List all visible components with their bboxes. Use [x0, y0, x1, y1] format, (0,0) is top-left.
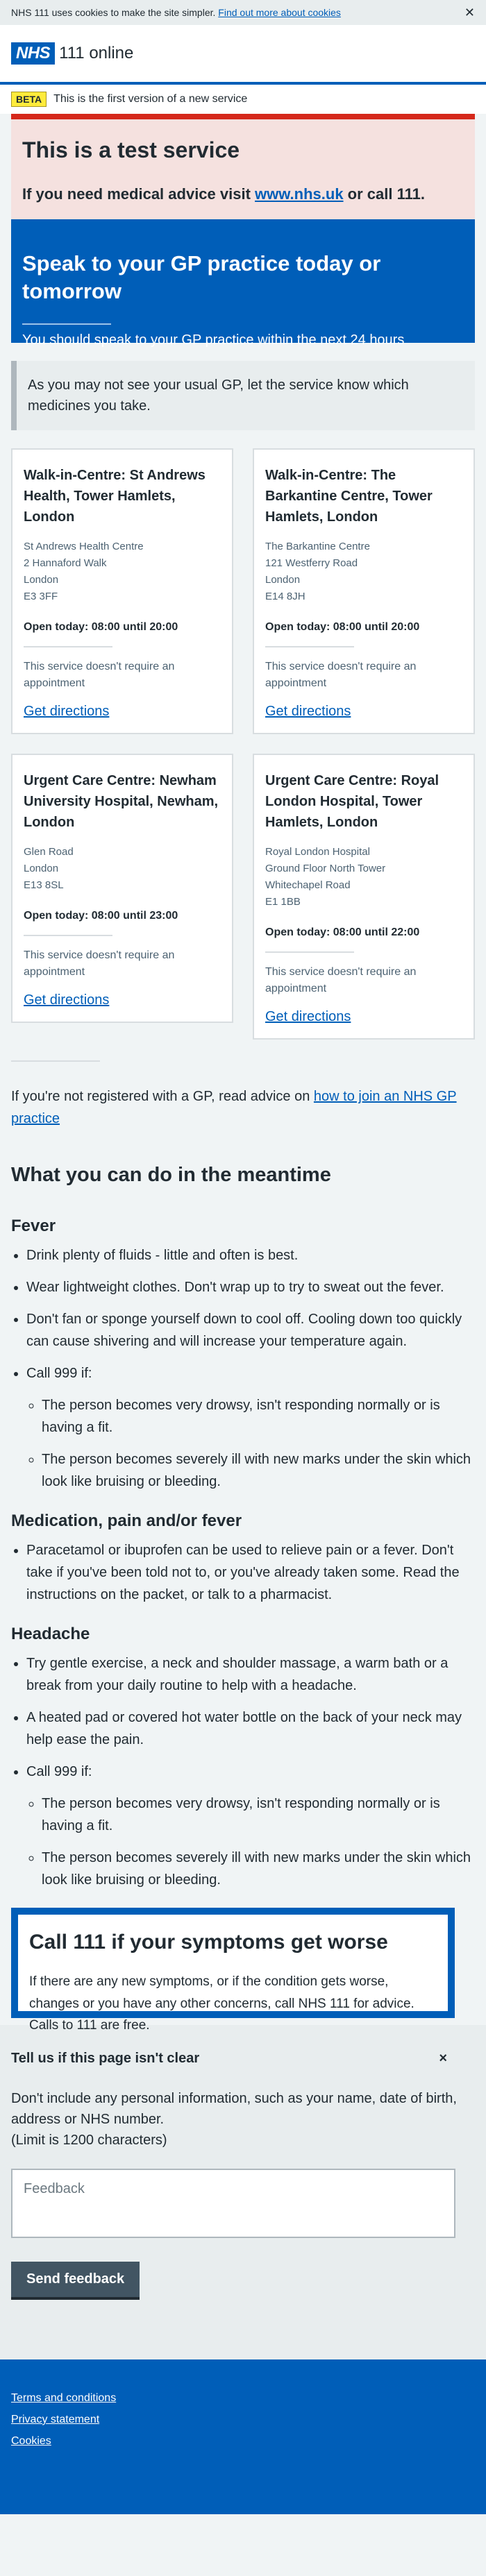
close-icon[interactable]: × [439, 2049, 447, 2069]
service-card: Walk-in-Centre: St Andrews Health, Tower… [11, 448, 233, 735]
appointment-note: This service doesn't require an appointm… [24, 949, 175, 978]
appointment-note: This service doesn't require an appointm… [265, 966, 417, 995]
call-999-list: The person becomes very drowsy, isn't re… [42, 1394, 475, 1493]
headache-advice-list: Try gentle exercise, a neck and shoulder… [26, 1652, 475, 1891]
site-footer: Terms and conditions Privacy statement C… [0, 2359, 486, 2514]
service-title: Walk-in-Centre: St Andrews Health, Tower… [24, 467, 206, 525]
list-item: Call 999 if: The person becomes very dro… [26, 1761, 475, 1891]
test-service-banner: This is a test service If you need medic… [11, 114, 475, 219]
get-directions-link[interactable]: Get directions [265, 702, 462, 722]
opening-hours: Open today: 08:00 until 23:00 [24, 910, 178, 922]
service-title: Urgent Care Centre: Newham University Ho… [24, 773, 219, 831]
site-header: NHS 111 online [0, 25, 486, 85]
medication-heading: Medication, pain and/or fever [11, 1511, 242, 1531]
list-item: The person becomes severely ill with new… [42, 1448, 475, 1493]
card-divider [265, 951, 354, 954]
cookie-banner: NHS 111 uses cookies to make the site si… [0, 0, 486, 25]
service-address: The Barkantine Centre 121 Westferry Road L… [265, 540, 370, 602]
medication-advice-list: Paracetamol or ibuprofen can be used to … [26, 1539, 475, 1606]
callout-title: Call 111 if your symptoms get worse [29, 1930, 388, 1954]
beta-tag: BETA [11, 91, 47, 108]
send-feedback-button[interactable]: Send feedback [11, 2261, 140, 2297]
service-card: Walk-in-Centre: The Barkantine Centre, T… [253, 448, 475, 735]
service-card: Urgent Care Centre: Newham University Ho… [11, 754, 233, 1024]
privacy-link[interactable]: Privacy statement [11, 2412, 475, 2427]
feedback-header: Tell us if this page isn't clear × [11, 2049, 475, 2069]
feedback-input[interactable] [11, 2168, 455, 2238]
opening-hours: Open today: 08:00 until 20:00 [24, 620, 178, 633]
service-address: Royal London Hospital Ground Floor North … [265, 846, 386, 908]
list-item: Call 999 if: The person becomes very dro… [26, 1362, 475, 1493]
service-address: Glen Road London E13 8SL [24, 846, 74, 892]
beta-banner: BETA This is the first version of a new … [0, 85, 486, 114]
inset-text: As you may not see your usual GP, let th… [11, 360, 475, 430]
get-directions-link[interactable]: Get directions [265, 1007, 462, 1027]
appointment-note: This service doesn't require an appointm… [265, 661, 417, 690]
service-title: Urgent Care Centre: Royal London Hospita… [265, 773, 439, 831]
card-divider [24, 935, 112, 937]
card-divider [24, 646, 112, 648]
test-banner-title: This is a test service [22, 137, 240, 162]
service-cards: Walk-in-Centre: St Andrews Health, Tower… [11, 448, 475, 1040]
get-directions-link[interactable]: Get directions [24, 702, 221, 722]
list-item: The person becomes very drowsy, isn't re… [42, 1793, 475, 1837]
get-directions-link[interactable]: Get directions [24, 990, 221, 1010]
list-item: The person becomes very drowsy, isn't re… [42, 1394, 475, 1439]
close-icon[interactable]: ✕ [464, 3, 475, 22]
list-item: Drink plenty of fluids - little and ofte… [26, 1244, 475, 1266]
cookies-link[interactable]: Cookies [11, 2433, 475, 2449]
feedback-instructions: Don't include any personal information, … [11, 2090, 457, 2148]
call-999-list: The person becomes very drowsy, isn't re… [42, 1793, 475, 1891]
section-divider [11, 1060, 100, 1062]
feedback-panel: Tell us if this page isn't clear × Don't… [0, 2024, 486, 2359]
card-divider [265, 646, 354, 648]
list-item: Paracetamol or ibuprofen can be used to … [26, 1539, 475, 1606]
page-title: Speak to your GP practice today or tomor… [22, 251, 381, 304]
opening-hours: Open today: 08:00 until 22:00 [265, 926, 420, 939]
opening-hours: Open today: 08:00 until 20:00 [265, 620, 420, 633]
service-card: Urgent Care Centre: Royal London Hospita… [253, 754, 475, 1040]
nhs-logo[interactable]: NHS [11, 42, 56, 65]
service-address: St Andrews Health Centre 2 Hannaford Walk… [24, 540, 144, 602]
cookie-link[interactable]: Find out more about cookies [218, 7, 341, 18]
list-item: Don't fan or sponge yourself down to coo… [26, 1308, 475, 1353]
list-item: Wear lightweight clothes. Don't wrap up … [26, 1276, 475, 1298]
hero-subtitle: You should speak to your GP practice wit… [22, 332, 405, 348]
worsening-callout: Call 111 if your symptoms get worse If t… [11, 1907, 455, 2033]
service-name[interactable]: 111 online [59, 42, 133, 66]
test-banner-text: If you need medical advice visit www.nhs… [22, 185, 425, 203]
gp-registration-note: If you're not registered with a GP, read… [11, 1089, 457, 1127]
appointment-note: This service doesn't require an appointm… [24, 661, 175, 690]
hero-divider [22, 323, 111, 325]
fever-heading: Fever [11, 1217, 56, 1236]
meantime-heading: What you can do in the meantime [11, 1164, 331, 1187]
terms-link[interactable]: Terms and conditions [11, 2390, 475, 2406]
service-title: Walk-in-Centre: The Barkantine Centre, T… [265, 467, 433, 525]
feedback-title: Tell us if this page isn't clear [11, 2050, 200, 2066]
list-item: The person becomes severely ill with new… [42, 1847, 475, 1891]
cookie-text: NHS 111 uses cookies to make the site si… [11, 6, 341, 18]
list-item: A heated pad or covered hot water bottle… [26, 1706, 475, 1751]
list-item: Try gentle exercise, a neck and shoulder… [26, 1652, 475, 1697]
logo-row: NHS 111 online [11, 42, 475, 66]
nhs-uk-link[interactable]: www.nhs.uk [255, 185, 344, 203]
beta-text: This is the first version of a new servi… [53, 93, 248, 105]
headache-heading: Headache [11, 1624, 90, 1643]
disposition-hero: Speak to your GP practice today or tomor… [11, 219, 475, 348]
fever-advice-list: Drink plenty of fluids - little and ofte… [26, 1244, 475, 1493]
